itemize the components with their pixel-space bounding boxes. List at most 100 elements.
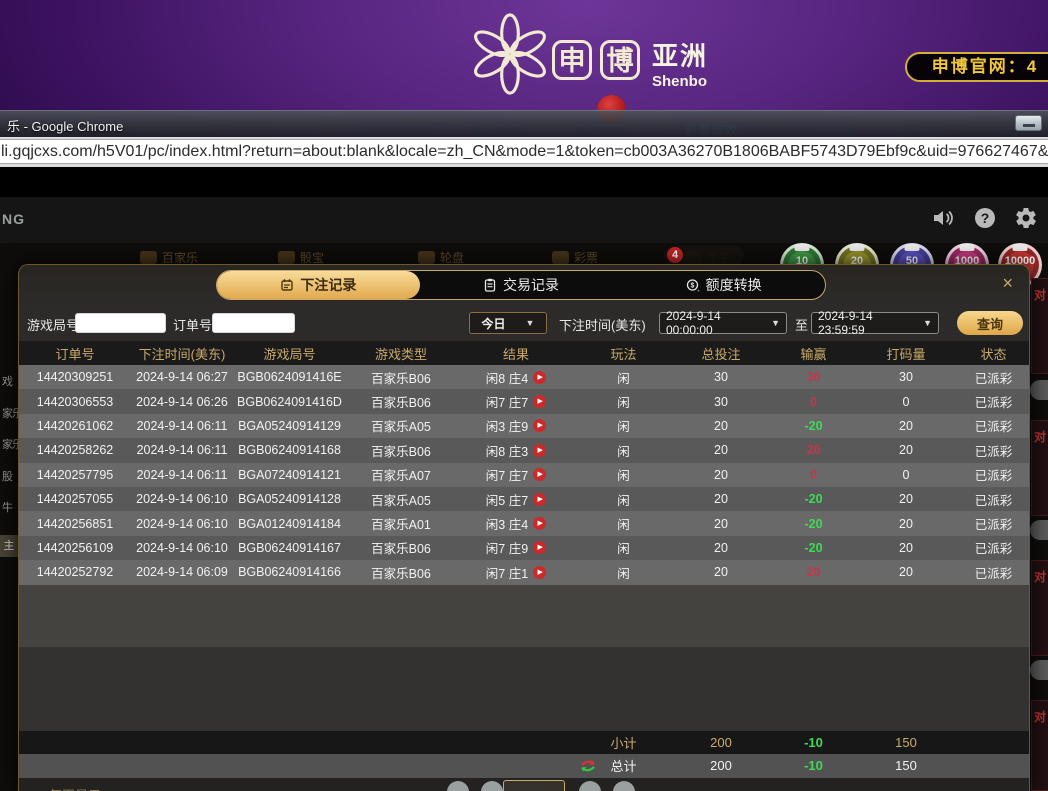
cell-order-id: 14420306553	[19, 395, 131, 409]
order-input[interactable]	[212, 313, 295, 333]
result-text: 闲7 庄9	[486, 538, 528, 557]
cell-result: 闲7 庄9 ▶	[456, 538, 576, 557]
table-row[interactable]: 14420256109 2024-9-14 06:10 BGB062409141…	[19, 536, 1029, 560]
from-datetime-select[interactable]: 2024-9-14 00:00:00 ▼	[659, 312, 787, 334]
cell-bet-time: 2024-9-14 06:26	[131, 395, 233, 409]
cell-round-id: BGB06240914168	[233, 443, 346, 457]
replay-play-icon[interactable]: ▶	[533, 395, 546, 408]
close-icon[interactable]: ×	[1002, 274, 1013, 292]
replay-play-icon[interactable]: ▶	[533, 541, 546, 554]
bet-time-label: 下注时间(美东)	[559, 315, 646, 334]
refresh-swap-icon[interactable]	[579, 758, 597, 774]
table-row[interactable]: 14420261062 2024-9-14 06:11 BGA052409141…	[19, 414, 1029, 438]
cell-turnover: 20	[856, 443, 956, 457]
cell-order-id: 14420252792	[19, 565, 131, 579]
minimize-button[interactable]	[1015, 115, 1042, 131]
cell-bet-time: 2024-9-14 06:11	[131, 419, 233, 433]
game-round-input[interactable]	[75, 313, 166, 333]
replay-play-icon[interactable]: ▶	[533, 566, 546, 579]
table-row[interactable]: 14420257795 2024-9-14 06:11 BGA072409141…	[19, 463, 1029, 487]
cell-total-bet: 30	[671, 370, 771, 384]
table-row[interactable]: 14420309251 2024-9-14 06:27 BGB062409141…	[19, 365, 1029, 389]
subtotal-turnover: 150	[856, 735, 956, 750]
range-select[interactable]: 今日 ▼	[469, 312, 547, 334]
cell-order-id: 14420258262	[19, 443, 131, 457]
tab-transaction-records[interactable]: 交易记录	[420, 271, 623, 299]
cell-game-type: 百家乐B06	[346, 392, 456, 411]
edge-button-fragment	[1030, 520, 1048, 540]
table-edge-panel: 对	[1031, 560, 1048, 656]
cell-status: 已派彩	[956, 441, 1030, 460]
table-row[interactable]: 14420257055 2024-9-14 06:10 BGA052409141…	[19, 487, 1029, 511]
cell-status: 已派彩	[956, 490, 1030, 509]
transaction-records-icon	[483, 278, 497, 292]
url-field[interactable]: li.gqjcxs.com/h5V01/pc/index.html?return…	[0, 139, 1048, 164]
cell-round-id: BGB0624091416E	[233, 370, 346, 384]
table-row[interactable]: 14420258262 2024-9-14 06:11 BGB062409141…	[19, 438, 1029, 462]
pagination-button[interactable]	[579, 781, 601, 791]
grand-total-turnover: 150	[856, 758, 956, 773]
cell-order-id: 14420261062	[19, 419, 131, 433]
pagination-button[interactable]	[481, 781, 503, 791]
replay-play-icon[interactable]: ▶	[533, 444, 546, 457]
bet-records-icon	[280, 278, 294, 292]
pagination-button[interactable]	[613, 781, 635, 791]
cell-turnover: 20	[856, 565, 956, 579]
sidebar-fragment: 家乐	[2, 436, 19, 452]
result-text: 闲7 庄1	[486, 563, 528, 582]
cell-result: 闲3 庄4 ▶	[456, 514, 576, 533]
page-number-box[interactable]	[503, 780, 565, 791]
subtotal-label: 小计	[576, 733, 671, 752]
table-row[interactable]: 14420306553 2024-9-14 06:26 BGB062409141…	[19, 389, 1029, 413]
official-site-badge[interactable]: 申博官网：4	[905, 52, 1048, 82]
tab-bet-records[interactable]: 下注记录	[217, 271, 420, 299]
cell-status: 已派彩	[956, 465, 1030, 484]
game-round-label: 游戏局号	[27, 315, 79, 334]
table-body: 14420309251 2024-9-14 06:27 BGB062409141…	[19, 365, 1029, 585]
brand-char-2: 博	[600, 40, 640, 80]
sidebar-fragment: 股	[2, 468, 19, 484]
search-button[interactable]: 查询	[957, 311, 1023, 335]
tab-quota-transfer[interactable]: $ 额度转换	[622, 271, 825, 299]
replay-play-icon[interactable]: ▶	[533, 517, 546, 530]
sound-icon[interactable]	[931, 206, 955, 230]
replay-play-icon[interactable]: ▶	[533, 468, 546, 481]
cell-bet-time: 2024-9-14 06:27	[131, 370, 233, 384]
table-row[interactable]: 14420256851 2024-9-14 06:10 BGA012409141…	[19, 511, 1029, 535]
replay-play-icon[interactable]: ▶	[533, 493, 546, 506]
cell-total-bet: 20	[671, 468, 771, 482]
result-text: 闲7 庄7	[486, 465, 528, 484]
pagination-button[interactable]	[447, 781, 469, 791]
cell-total-bet: 30	[671, 395, 771, 409]
cell-play-type: 闲	[576, 538, 671, 557]
table-row[interactable]: 14420252792 2024-9-14 06:09 BGB062409141…	[19, 560, 1029, 584]
result-text: 闲8 庄4	[486, 368, 528, 387]
replay-play-icon[interactable]: ▶	[533, 371, 546, 384]
cell-total-bet: 20	[671, 419, 771, 433]
cell-game-type: 百家乐B06	[346, 368, 456, 387]
cell-total-bet: 20	[671, 565, 771, 579]
to-datetime-select[interactable]: 2024-9-14 23:59:59 ▼	[811, 312, 939, 334]
cell-result: 闲5 庄7 ▶	[456, 490, 576, 509]
edge-button-fragment	[1030, 660, 1048, 680]
game-logo-fragment: NG	[2, 211, 25, 227]
column-header: 游戏类型	[346, 344, 456, 363]
sidebar-fragment-active: 主	[0, 535, 18, 557]
cell-bet-time: 2024-9-14 06:10	[131, 492, 233, 506]
cell-play-type: 闲	[576, 490, 671, 509]
cell-round-id: BGB06240914166	[233, 565, 346, 579]
cell-result: 闲7 庄7 ▶	[456, 465, 576, 484]
filter-row: 游戏局号 订单号 今日 ▼ 下注时间(美东) 2024-9-14 00:00:0…	[19, 305, 1029, 341]
result-text: 闲3 庄9	[486, 416, 528, 435]
settings-gear-icon[interactable]	[1014, 206, 1038, 230]
cell-turnover: 20	[856, 541, 956, 555]
browser-urlbar: li.gqjcxs.com/h5V01/pc/index.html?return…	[0, 137, 1048, 167]
cell-turnover: 30	[856, 370, 956, 384]
column-header: 游戏局号	[233, 344, 346, 363]
brand-region-en: Shenbo	[652, 73, 708, 90]
replay-play-icon[interactable]: ▶	[533, 419, 546, 432]
from-datetime-value: 2024-9-14 00:00:00	[666, 309, 765, 337]
help-icon[interactable]: ?	[973, 206, 997, 230]
brand-region: 亚洲 Shenbo	[652, 36, 708, 90]
cell-play-type: 闲	[576, 392, 671, 411]
